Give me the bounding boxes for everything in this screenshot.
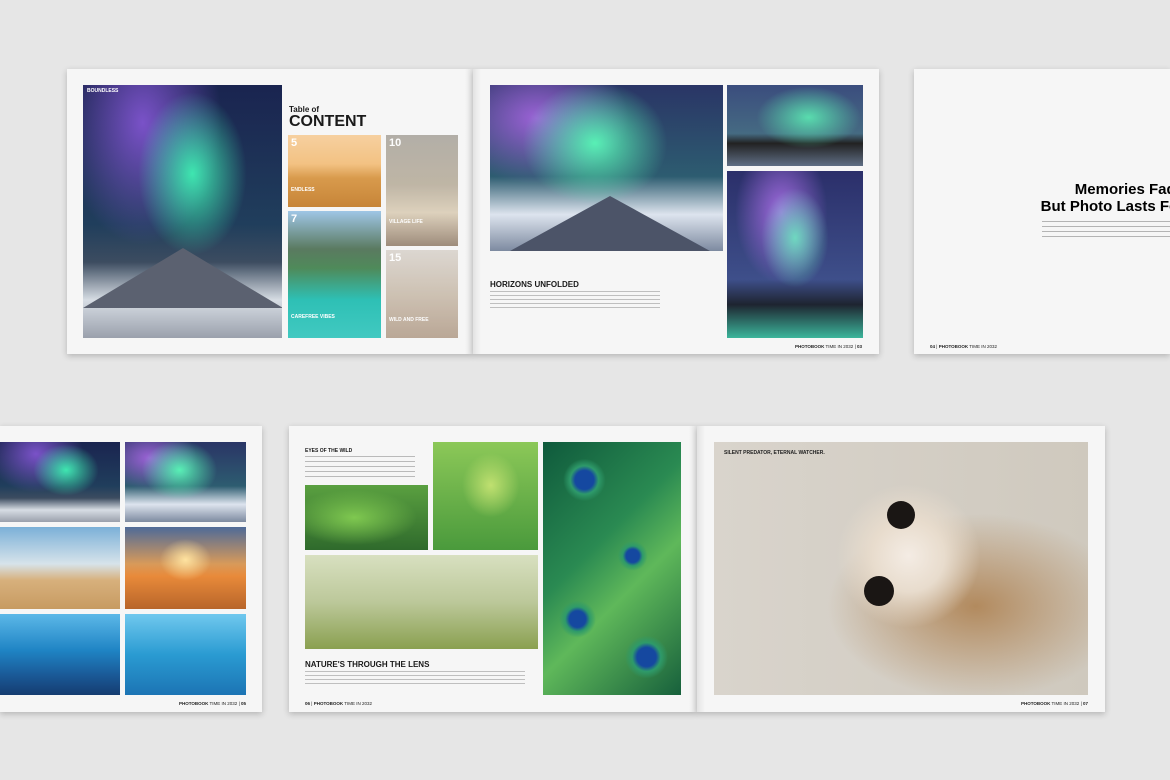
barn-owl-photo: SILENT PREDATOR, ETERNAL WATCHER. [714,442,1088,695]
gutter-shadow [697,426,705,712]
mountain-shape [510,196,710,251]
page-number: 06 [305,701,311,706]
toc-item-wild[interactable]: 15 WILD AND FREE [386,250,458,338]
toc-item-endless[interactable]: 5 ENDLESS [288,135,381,207]
spread-toc-page: BOUNDLESS Table of CONTENT 5 ENDLESS 7 C… [67,69,473,354]
owl-eye-left [887,501,915,529]
page-footer: PHOTOBOOK TIME IN 2032 | 07 [1020,701,1088,706]
toc-item-carefree[interactable]: 7 CAREFREE VIBES [288,211,381,338]
footer-brand: PHOTOBOOK [794,344,825,349]
page-number: 05 [240,701,246,706]
small-heading: EYES OF THE WILD [305,448,353,454]
section-heading: HORIZONS UNFOLDED [490,280,579,289]
aurora-photo-large: BOUNDLESS [83,85,282,338]
peacock-feathers-photo [543,442,681,695]
page-number: 07 [1082,701,1088,706]
footer-brand: PHOTOBOOK [1020,701,1051,706]
page-footer: PHOTOBOOK TIME IN 2032 | 05 [178,701,246,706]
body-text-placeholder [305,671,525,685]
woodpecker-photo [305,485,428,550]
aurora-mountain-photo [490,85,723,251]
heading-line-2: But Photo Lasts For [1040,198,1170,215]
footer-sub: TIME IN 2032 [825,344,854,349]
footer-sub: TIME IN 2032 [969,344,998,349]
footer-brand: PHOTOBOOK [178,701,209,706]
sea-turtle-photo [125,614,246,695]
page-number: 03 [856,344,862,349]
footer-brand: PHOTOBOOK [938,344,969,349]
toc-item-number: 15 [389,252,402,264]
owl-page: SILENT PREDATOR, ETERNAL WATCHER. PHOTOB… [697,426,1105,712]
toc-item-village[interactable]: 10 VILLAGE LIFE [386,135,458,246]
lion-cubs-photo [305,555,538,649]
toc-item-title: ENDLESS [291,187,315,193]
frog-photo [433,442,538,550]
spread-horizons-page: HORIZONS UNFOLDED PHOTOBOOK TIME IN 2032… [473,69,879,354]
underwater-reef-photo [0,614,120,695]
toc-item-title: WILD AND FREE [389,317,429,323]
camel-desert-photo [0,527,120,609]
body-text-placeholder [1042,221,1170,239]
page-number: 04 [930,344,936,349]
page-footer: 06 | PHOTOBOOK TIME IN 2032 [305,701,373,706]
gutter-shadow [465,69,473,354]
aurora-village-photo [0,442,120,522]
photo-title: BOUNDLESS [87,88,119,94]
wildlife-page: EYES OF THE WILD NATURE'S THROUGH THE LE… [289,426,697,712]
gutter-shadow [473,69,481,354]
aurora-fjord-photo [727,85,863,166]
toc-item-number: 5 [291,137,298,149]
aurora-snow-photo [125,442,246,522]
section-heading: NATURE'S THROUGH THE LENS [305,660,430,669]
toc-item-title: CAREFREE VIBES [291,314,335,320]
mountain-shape [83,248,282,308]
footer-brand: PHOTOBOOK [313,701,344,706]
photo-grid-page: PHOTOBOOK TIME IN 2032 | 05 [0,426,262,712]
toc-item-number: 7 [291,213,298,225]
photo-caption: SILENT PREDATOR, ETERNAL WATCHER. [724,450,825,456]
memories-page: Memories Fade But Photo Lasts For 04 | P… [914,69,1170,354]
toc-title: CONTENT [289,113,367,130]
footer-sub: TIME IN 2032 [1051,701,1080,706]
toc-item-number: 10 [389,137,402,149]
body-text-placeholder [305,456,415,478]
page-heading: Memories Fade But Photo Lasts For [944,181,1170,215]
footer-sub: TIME IN 2032 [344,701,373,706]
body-text-placeholder [490,291,660,309]
aurora-lake-photo [727,171,863,338]
gutter-shadow [689,426,697,712]
page-footer: 04 | PHOTOBOOK TIME IN 2032 [930,344,998,349]
toc-item-title: VILLAGE LIFE [389,219,423,225]
owl-eye-right [864,576,894,606]
page-footer: PHOTOBOOK TIME IN 2032 | 03 [794,344,862,349]
dune-sunset-photo [125,527,246,609]
footer-sub: TIME IN 2032 [209,701,238,706]
heading-line-1: Memories Fade [1074,181,1170,198]
